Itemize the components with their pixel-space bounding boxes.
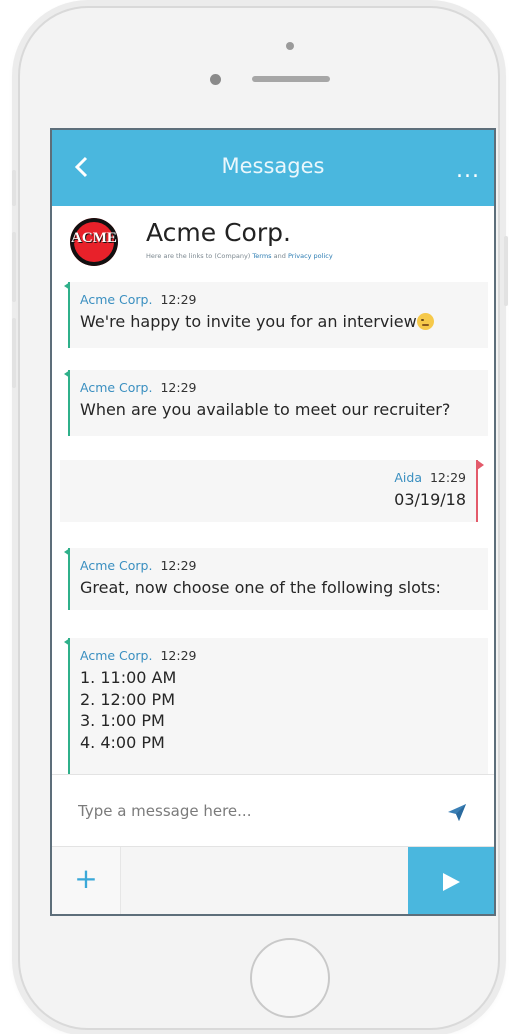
page-title: Messages (221, 154, 325, 178)
message-bubble: Acme Corp. 12:29 1. 11:00 AM 2. 12:00 PM… (64, 638, 488, 774)
message-list[interactable]: Acme Corp. 12:29 We're happy to invite y… (52, 278, 494, 774)
privacy-policy-link[interactable]: Privacy policy (288, 252, 333, 260)
wink-emoji-icon (416, 313, 434, 330)
earpiece-speaker (252, 76, 330, 82)
volume-up-button (12, 232, 16, 302)
message-bubble: Aida 12:29 03/19/18 (60, 460, 484, 522)
bottom-bar: + (52, 846, 494, 914)
submit-button[interactable] (408, 847, 494, 914)
slot-option[interactable]: 2. 12:00 PM (80, 689, 488, 711)
message-time: 12:29 (429, 470, 466, 485)
company-logo: ACME (70, 218, 118, 266)
company-header: ACME Acme Corp. Here are the links to (C… (52, 206, 494, 279)
more-options-button[interactable]: ... (456, 158, 480, 183)
message-time: 12:29 (160, 558, 197, 573)
front-camera (210, 74, 221, 85)
message-time: 12:29 (160, 648, 197, 663)
power-button (504, 236, 508, 306)
company-name: Acme Corp. (146, 218, 291, 247)
message-sender: Acme Corp. (80, 292, 153, 307)
links-and: and (273, 252, 286, 260)
message-sender: Aida (394, 470, 422, 485)
home-button[interactable] (250, 938, 330, 1018)
slot-option[interactable]: 1. 11:00 AM (80, 667, 488, 689)
message-input[interactable] (76, 795, 420, 827)
links-prefix: Here are the links to (Company) (146, 252, 251, 260)
message-text: We're happy to invite you for an intervi… (80, 312, 417, 331)
volume-down-button (12, 318, 16, 388)
message-sender: Acme Corp. (80, 380, 153, 395)
terms-link[interactable]: Terms (252, 252, 271, 260)
message-bubble: Acme Corp. 12:29 We're happy to invite y… (64, 282, 488, 348)
front-sensor (286, 42, 294, 50)
top-bar: Messages ... (52, 130, 494, 206)
slot-option[interactable]: 4. 4:00 PM (80, 732, 488, 754)
message-bubble: Acme Corp. 12:29 Great, now choose one o… (64, 548, 488, 610)
add-button[interactable]: + (52, 847, 121, 914)
message-time: 12:29 (160, 292, 197, 307)
message-bubble: Acme Corp. 12:29 When are you available … (64, 370, 488, 436)
phone-screen: Messages ... ACME Acme Corp. Here are th… (50, 128, 496, 916)
message-text: Great, now choose one of the following s… (80, 578, 441, 597)
message-text: 03/19/18 (394, 490, 466, 509)
composer (52, 774, 494, 847)
message-time: 12:29 (160, 380, 197, 395)
play-arrow-icon (443, 873, 460, 891)
message-text: When are you available to meet our recru… (80, 400, 451, 419)
logo-text: ACME (71, 230, 117, 246)
slot-option[interactable]: 3. 1:00 PM (80, 710, 488, 732)
message-sender: Acme Corp. (80, 558, 153, 573)
mute-switch (12, 170, 16, 206)
company-links: Here are the links to (Company) Terms an… (146, 252, 333, 260)
attachment-area[interactable] (124, 847, 408, 914)
message-sender: Acme Corp. (80, 648, 153, 663)
paper-plane-icon[interactable] (446, 801, 468, 823)
